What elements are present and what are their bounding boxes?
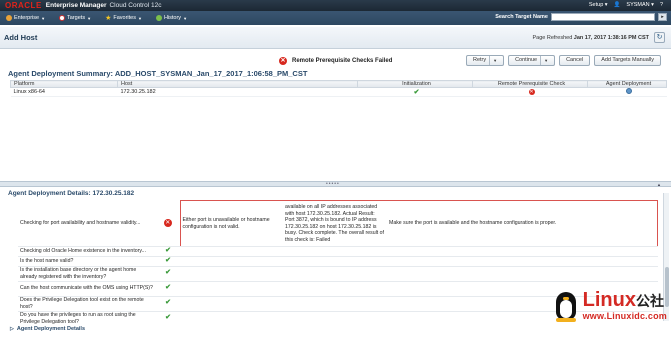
table-row[interactable]: Checking old Oracle Home existence in th…	[18, 246, 658, 257]
search-area: Search Target Name ▸	[495, 13, 667, 21]
oracle-logo: ORACLE	[5, 1, 42, 10]
product-name: Enterprise Manager	[45, 2, 107, 9]
col-agent-deployment: Agent Deployment	[587, 80, 667, 88]
menu-targets[interactable]: Targets ▼	[59, 15, 91, 21]
col-initialization: Initialization	[357, 80, 473, 88]
col-host: Host	[117, 80, 358, 88]
chevron-down-icon: ▼	[183, 15, 188, 21]
check-name: Is the host name valid?	[18, 256, 156, 267]
page-header: Add Host Page Refreshed Jan 17, 2017 1:3…	[0, 27, 671, 49]
user-menu[interactable]: SYSMAN ▾	[626, 2, 654, 8]
search-label: Search Target Name	[495, 14, 548, 20]
details-title: Agent Deployment Details: 172.30.25.182	[8, 190, 135, 197]
error-icon: ✕	[279, 57, 287, 65]
search-button[interactable]: ▸	[658, 13, 667, 21]
check-name: Checking old Oracle Home existence in th…	[18, 246, 156, 257]
setup-menu[interactable]: Setup ▾	[589, 2, 608, 8]
error-icon: ✕	[528, 89, 535, 95]
user-icon: 👤	[613, 2, 621, 8]
expand-triangle-icon: ▷	[10, 326, 14, 332]
platform-cell: Linux x86-64	[10, 87, 118, 97]
success-check-icon: ✔	[165, 269, 171, 277]
table-row[interactable]: Is the installation base directory or th…	[18, 266, 658, 282]
error-detail: available on all IP addresses associated…	[283, 200, 387, 247]
action-buttons: Retry ▼ Continue ▼ Cancel Add Targets Manu…	[465, 55, 661, 66]
col-platform: Platform	[10, 80, 118, 88]
check-name: Can the host communicate with the OMS us…	[18, 281, 156, 297]
menu-favorites[interactable]: ★ Favorites ▼	[105, 14, 142, 22]
success-check-icon: ✔	[413, 89, 420, 96]
history-icon	[155, 15, 162, 21]
host-cell: 172.30.25.182	[117, 87, 358, 97]
table-row[interactable]: Is the host name valid? ✔	[18, 256, 658, 267]
success-check-icon: ✔	[165, 299, 171, 307]
panel-splitter[interactable]: •••••	[0, 181, 671, 187]
check-name: Checking for port availability and hostn…	[18, 200, 156, 247]
chevron-down-icon: ▼	[137, 15, 142, 21]
chevron-down-icon: ▼	[87, 15, 92, 21]
product-edition: Cloud Control 12c	[109, 2, 162, 9]
tux-penguin-icon	[553, 288, 579, 322]
chevron-down-icon[interactable]: ▼	[489, 56, 497, 65]
check-name: Do you have the privileges to run as roo…	[18, 311, 156, 324]
success-check-icon: ✔	[165, 256, 171, 264]
favorites-star-icon: ★	[105, 15, 112, 22]
table-row[interactable]: Checking for port availability and hostn…	[18, 200, 658, 247]
check-name: Is the installation base directory or th…	[18, 266, 156, 282]
collapse-up-icon[interactable]: ▲	[657, 182, 661, 187]
pending-icon	[625, 88, 632, 94]
status-message: ✕ Remote Prerequisite Checks Failed	[279, 57, 393, 65]
targets-icon	[59, 15, 66, 21]
success-check-icon: ✔	[165, 284, 171, 292]
success-check-icon: ✔	[165, 247, 171, 254]
watermark-suffix: 公社	[635, 292, 664, 309]
col-remote-prereq: Remote Prerequisite Check	[472, 80, 588, 88]
help-icon[interactable]: ?	[660, 2, 663, 8]
top-bar: ORACLE Enterprise Manager Cloud Control …	[0, 0, 671, 11]
watermark: Linux公社 www.Linuxidc.com	[553, 288, 667, 322]
table-row[interactable]: Linux x86-64 172.30.25.182 ✔ ✕	[10, 87, 667, 97]
cancel-button[interactable]: Cancel	[559, 55, 591, 66]
check-name: Does the Privilege Delegation tool exist…	[18, 296, 156, 312]
error-recommendation: Make sure the port is available and the …	[387, 200, 658, 247]
details-footer[interactable]: ▷ Agent Deployment Details	[10, 326, 85, 332]
retry-button[interactable]: Retry ▼	[465, 55, 505, 66]
summary-table: Platform Host Initialization Remote Prer…	[10, 80, 667, 97]
menu-history[interactable]: History ▼	[155, 15, 188, 21]
success-check-icon: ✔	[165, 314, 171, 322]
add-targets-manually-button[interactable]: Add Targets Manually	[594, 55, 661, 66]
continue-button[interactable]: Continue ▼	[508, 55, 556, 66]
watermark-name: Linux	[582, 288, 636, 311]
error-message: Either port is unavailable or hostname c…	[179, 200, 283, 247]
enterprise-icon	[6, 15, 12, 21]
search-input[interactable]	[551, 13, 655, 21]
chevron-down-icon: ▼	[41, 15, 46, 21]
menu-enterprise[interactable]: Enterprise ▼	[6, 15, 45, 21]
summary-title: Agent Deployment Summary: ADD_HOST_SYSMA…	[8, 69, 308, 78]
page-refreshed: Page Refreshed Jan 17, 2017 1:38:16 PM C…	[532, 35, 650, 41]
refresh-icon[interactable]: ↻	[654, 32, 665, 43]
page-title: Add Host	[4, 33, 38, 42]
watermark-url: www.Linuxidc.com	[582, 310, 667, 321]
error-icon: ✕	[163, 219, 172, 228]
chevron-down-icon[interactable]: ▼	[540, 56, 548, 65]
